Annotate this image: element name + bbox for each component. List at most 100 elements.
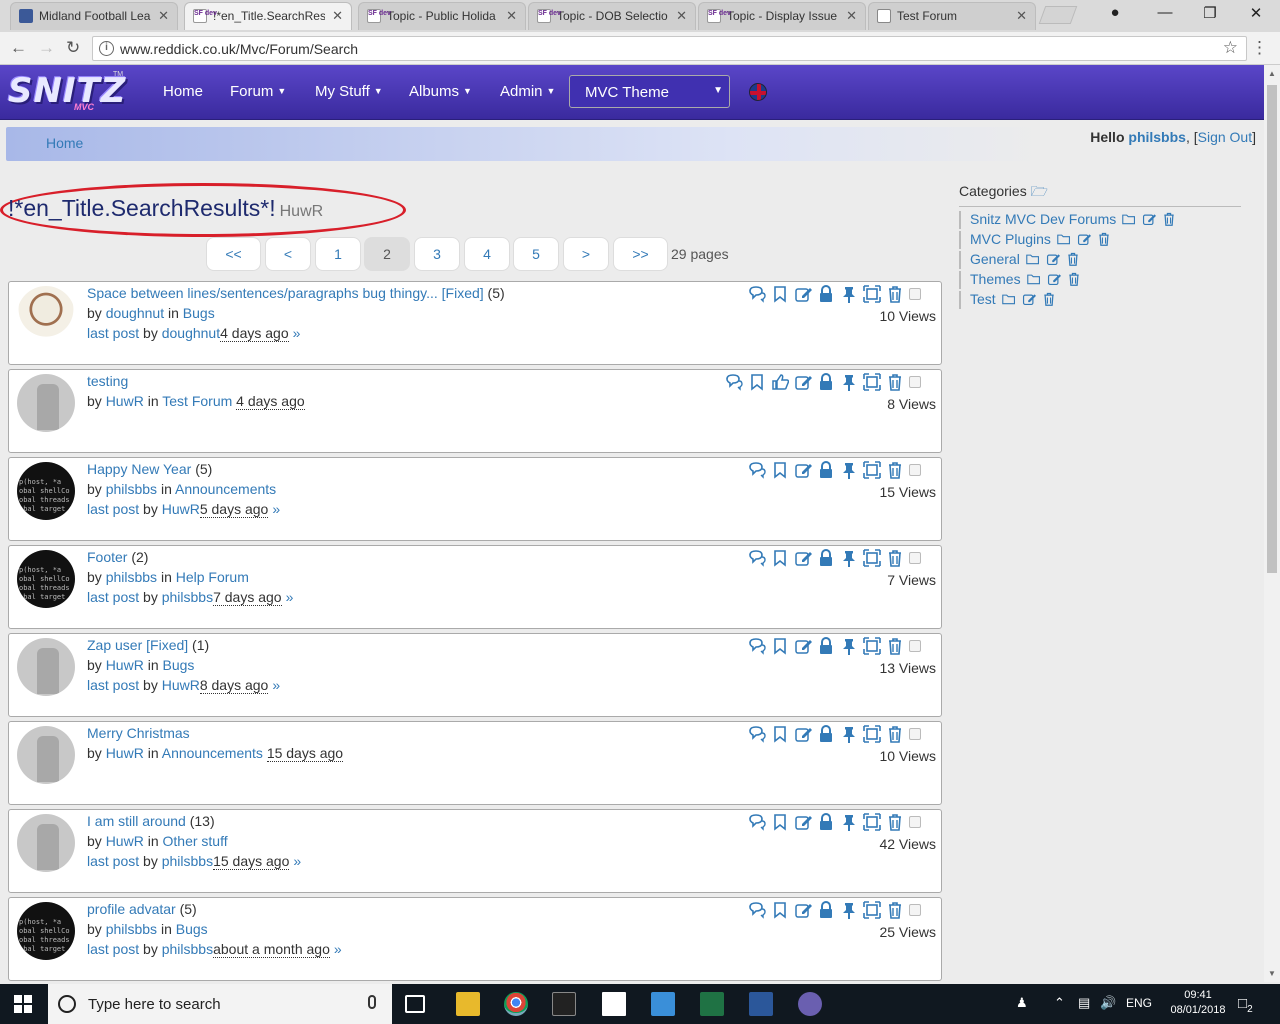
minimize-button[interactable]: — [1145, 4, 1185, 21]
author-link[interactable]: doughnut [106, 305, 164, 321]
mail-icon[interactable] [602, 992, 626, 1016]
go-to-last-post-icon[interactable]: » [293, 853, 301, 869]
lock-icon[interactable] [817, 725, 835, 743]
address-bar[interactable]: i www.reddick.co.uk/Mvc/Forum/Search ☆ [92, 36, 1247, 61]
topic-title-link[interactable]: I am still around [87, 813, 186, 829]
trash-icon[interactable] [886, 637, 904, 655]
scroll-down-icon[interactable]: ▼ [1268, 969, 1276, 978]
scrollbar-thumb[interactable] [1267, 85, 1277, 573]
last-post-label[interactable]: last post [87, 941, 139, 957]
author-link[interactable]: philsbbs [106, 481, 157, 497]
go-to-last-post-icon[interactable]: » [286, 589, 294, 605]
last-post-author-link[interactable]: HuwR [162, 677, 200, 693]
select-checkbox[interactable] [909, 552, 921, 564]
forum-link[interactable]: Announcements [175, 481, 276, 497]
edit-icon[interactable] [794, 813, 812, 831]
app-icon[interactable] [798, 992, 822, 1016]
close-tab-icon[interactable]: ✕ [676, 8, 687, 24]
nav-my-stuff[interactable]: My Stuff ▼ [315, 83, 383, 100]
avatar[interactable] [17, 638, 75, 696]
browser-tab[interactable]: Test Forum ✕ [868, 2, 1036, 30]
avatar[interactable] [17, 726, 75, 784]
browser-tab[interactable]: Midland Football Lea ✕ [10, 2, 178, 30]
pin-icon[interactable] [840, 285, 858, 303]
avatar[interactable]: p(host, *a obal shellCo obal threads obal t… [17, 462, 75, 520]
forum-link[interactable]: Bugs [176, 921, 208, 937]
forum-link[interactable]: Announcements [162, 745, 263, 761]
lock-icon[interactable] [817, 901, 835, 919]
page-button[interactable]: 4 [464, 237, 510, 271]
author-link[interactable]: HuwR [106, 833, 144, 849]
like-icon[interactable] [771, 373, 790, 391]
last-post-label[interactable]: last post [87, 677, 139, 693]
reload-icon[interactable]: ↻ [66, 38, 80, 58]
file-explorer-icon[interactable] [456, 992, 480, 1016]
select-checkbox[interactable] [909, 816, 921, 828]
move-icon[interactable] [863, 461, 881, 479]
nav-forum[interactable]: Forum ▼ [230, 83, 286, 100]
windows-start-icon[interactable] [14, 995, 32, 1013]
move-icon[interactable] [863, 549, 881, 567]
uk-flag-icon[interactable] [749, 83, 767, 101]
last-post-label[interactable]: last post [87, 325, 139, 341]
avatar[interactable]: p(host, *a obal shellCo obal threads obal t… [17, 902, 75, 960]
nav-admin[interactable]: Admin ▼ [500, 83, 555, 100]
close-tab-icon[interactable]: ✕ [846, 8, 857, 24]
trash-icon[interactable] [886, 373, 904, 391]
trash-icon[interactable] [886, 813, 904, 831]
trash-icon[interactable] [1042, 292, 1056, 309]
author-link[interactable]: HuwR [106, 657, 144, 673]
move-icon[interactable] [863, 725, 881, 743]
topic-title-link[interactable]: profile advatar [87, 901, 176, 917]
chrome-icon[interactable] [504, 992, 528, 1016]
replies-icon[interactable] [748, 285, 766, 303]
page-scrollbar[interactable]: ▲ ▼ [1264, 65, 1280, 982]
new-tab-button[interactable] [1038, 6, 1078, 24]
replies-icon[interactable] [748, 901, 766, 919]
move-icon[interactable] [863, 813, 881, 831]
pin-icon[interactable] [840, 901, 858, 919]
category-link[interactable]: Snitz MVC Dev Forums [970, 211, 1116, 227]
bookmark-icon[interactable] [771, 725, 789, 743]
topic-title-link[interactable]: Merry Christmas [87, 725, 190, 741]
profile-icon[interactable]: ● [1095, 4, 1135, 21]
trash-icon[interactable] [1066, 252, 1080, 269]
pin-icon[interactable] [840, 461, 858, 479]
word-icon[interactable] [749, 992, 773, 1016]
edit-icon[interactable] [1142, 212, 1157, 229]
pin-icon[interactable] [840, 813, 858, 831]
edit-icon[interactable] [1077, 232, 1091, 249]
last-post-label[interactable]: last post [87, 589, 139, 605]
back-icon[interactable]: ← [10, 38, 27, 58]
page-button[interactable]: 2 [364, 237, 410, 271]
topic-title-link[interactable]: Space between lines/sentences/paragraphs… [87, 285, 484, 301]
select-checkbox[interactable] [909, 288, 921, 300]
folder-icon[interactable] [1026, 252, 1040, 269]
greeting-user-link[interactable]: philsbbs [1128, 129, 1186, 145]
select-checkbox[interactable] [909, 728, 921, 740]
trash-icon[interactable] [886, 461, 904, 479]
forum-link[interactable]: Bugs [163, 657, 195, 673]
replies-icon[interactable] [748, 461, 766, 479]
forum-link[interactable]: Test Forum [162, 393, 232, 409]
replies-icon[interactable] [725, 373, 743, 391]
avatar[interactable] [17, 814, 75, 872]
edit-icon[interactable] [794, 285, 812, 303]
bookmark-icon[interactable] [748, 373, 766, 391]
bookmark-icon[interactable] [771, 637, 789, 655]
pin-icon[interactable] [840, 637, 858, 655]
last-post-label[interactable]: last post [87, 501, 139, 517]
move-icon[interactable] [863, 901, 881, 919]
close-tab-icon[interactable]: ✕ [332, 8, 343, 24]
trash-icon[interactable] [1162, 212, 1176, 229]
excel-icon[interactable] [700, 992, 724, 1016]
page-button[interactable]: 1 [315, 237, 361, 271]
page-button[interactable]: 5 [513, 237, 559, 271]
pin-icon[interactable] [840, 373, 858, 391]
lock-icon[interactable] [817, 461, 835, 479]
move-icon[interactable] [863, 373, 881, 391]
author-link[interactable]: HuwR [106, 393, 144, 409]
pin-icon[interactable] [840, 725, 858, 743]
nav-home[interactable]: Home [163, 83, 203, 100]
browser-tab[interactable]: SF dev Topic - Display Issue ✕ [698, 2, 866, 30]
